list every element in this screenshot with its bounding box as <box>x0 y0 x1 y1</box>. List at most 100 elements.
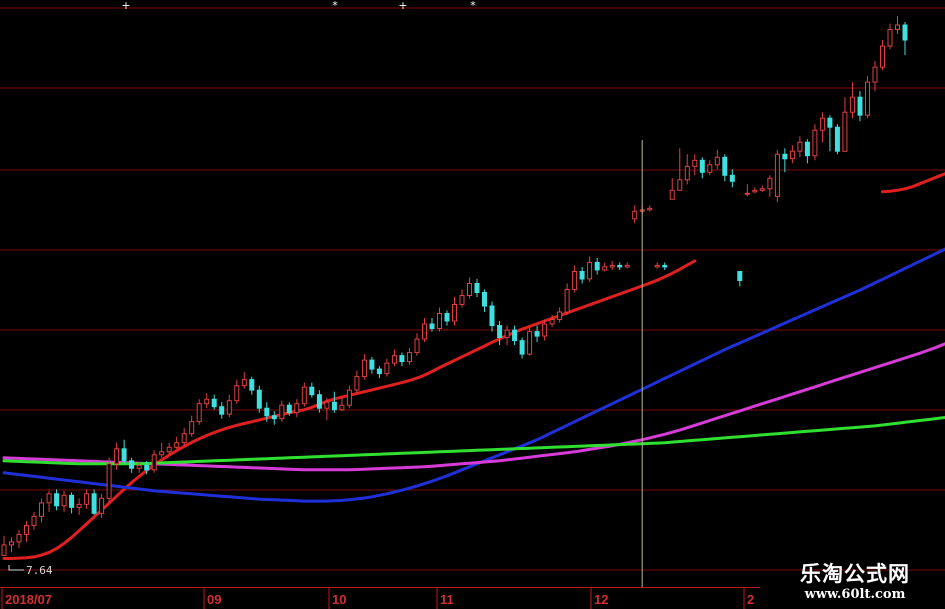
x-tick-label: 10 <box>332 592 346 607</box>
low-price-label: 7.64 <box>26 564 53 577</box>
candle-body <box>632 210 638 220</box>
candlestick-chart[interactable]: + * + * 2018/07 09 10 11 12 2 7.64 <box>0 0 945 609</box>
candle-body <box>422 323 427 340</box>
watermark-url: www.60lt.com <box>804 587 906 602</box>
candle-body <box>699 159 705 173</box>
candle-body <box>339 404 345 411</box>
candle-body <box>729 174 735 182</box>
x-tick-label: 11 <box>440 592 454 607</box>
candle-body <box>887 29 893 47</box>
candle-body <box>346 389 352 406</box>
candle-body <box>429 323 435 329</box>
candle-body <box>557 311 563 320</box>
candle-body <box>369 359 375 370</box>
top-marker: + <box>398 0 407 12</box>
candle-body <box>54 493 60 507</box>
candle-body <box>872 66 878 83</box>
candle-body <box>752 189 758 193</box>
candle-body <box>714 156 720 166</box>
candle <box>774 149 780 203</box>
candle-body <box>452 304 457 322</box>
candle-body <box>61 494 67 507</box>
candle-body <box>271 415 277 420</box>
candle-body <box>249 379 255 391</box>
candle-body <box>677 179 683 191</box>
candle-body <box>789 150 795 160</box>
candle-body <box>39 502 44 517</box>
candle-body <box>512 329 518 342</box>
candle-body <box>234 385 240 402</box>
candle-body <box>527 331 533 355</box>
candle-body <box>782 153 788 160</box>
candle-body <box>842 111 848 152</box>
watermark-site-name: 乐淘公式网 <box>800 562 910 586</box>
candle <box>865 76 870 119</box>
candle-body <box>279 404 285 420</box>
candle-body <box>865 81 870 116</box>
candle <box>106 457 112 503</box>
top-marker: * <box>470 0 476 12</box>
candle-body <box>129 460 135 469</box>
candle-body <box>211 398 217 408</box>
x-tick-label: 09 <box>207 592 221 607</box>
candle-body <box>827 117 833 128</box>
candle-body <box>99 497 105 514</box>
candle-body <box>722 156 728 176</box>
candle-body <box>564 289 570 313</box>
candle-body <box>489 305 495 326</box>
candle-body <box>136 464 142 469</box>
candle-body <box>737 271 743 281</box>
candle-body <box>354 376 360 391</box>
top-marker: * <box>332 0 338 12</box>
candle-body <box>219 406 225 415</box>
candle-body <box>902 24 908 41</box>
top-marker: + <box>121 0 130 12</box>
candle-body <box>662 264 668 268</box>
candle-body <box>414 338 420 354</box>
candle-body <box>166 446 172 453</box>
candle-body <box>647 207 653 211</box>
candle-body <box>437 313 442 329</box>
candle-body <box>1 544 7 556</box>
candle-body <box>542 323 548 337</box>
candle-body <box>602 266 608 271</box>
candle-body <box>857 96 863 116</box>
candle-body <box>399 355 405 363</box>
candle-body <box>767 177 773 190</box>
candle-body <box>31 515 37 526</box>
candle-body <box>69 494 75 508</box>
candle-body <box>76 503 82 508</box>
candle-body <box>151 454 157 471</box>
candle-body <box>331 401 337 411</box>
x-tick-label: 12 <box>594 592 608 607</box>
candle-body <box>797 141 803 152</box>
x-tick-label: 2018/07 <box>5 592 52 607</box>
chart-background <box>0 0 945 609</box>
x-tick-label: 2 <box>747 592 754 607</box>
candle-body <box>196 403 202 423</box>
candle-body <box>376 368 382 375</box>
candle-body <box>519 340 525 355</box>
candle-body <box>707 164 713 173</box>
candle-body <box>895 24 900 30</box>
candle-body <box>324 401 330 409</box>
candle-body <box>849 96 855 113</box>
candle-body <box>444 313 450 322</box>
candle-body <box>812 129 818 157</box>
candle-body <box>286 404 292 414</box>
candle <box>527 327 533 356</box>
candle <box>256 385 262 413</box>
candle-body <box>159 451 165 456</box>
candle-body <box>316 394 322 409</box>
candle-body <box>594 261 600 271</box>
candle-body <box>114 448 120 465</box>
candle-body <box>16 533 22 543</box>
candle-body <box>834 126 840 152</box>
candle-body <box>474 283 480 293</box>
candle-body <box>384 362 390 375</box>
candle-body <box>549 319 555 325</box>
candle-body <box>294 403 300 414</box>
candle-body <box>361 359 367 378</box>
candle-body <box>84 493 90 505</box>
candle-body <box>534 331 540 337</box>
